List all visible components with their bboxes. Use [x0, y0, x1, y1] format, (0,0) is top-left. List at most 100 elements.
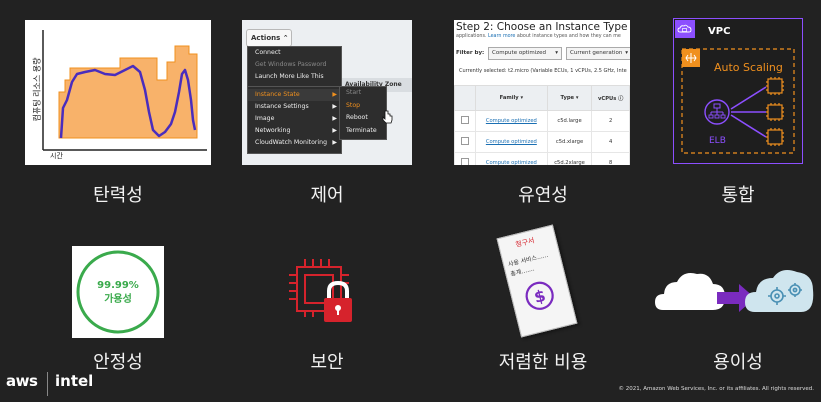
table-row[interactable]: Compute optimized c5d.2xlarge 8 [454, 152, 630, 165]
instance-type-table: Family ▾ Type ▾ vCPUs ⓘ Compute optimize… [454, 85, 630, 165]
menu-item[interactable]: Networking ▶ [248, 125, 341, 137]
subtext-prefix: applications. [456, 34, 487, 39]
menu-item-label: Get Windows Password [255, 61, 327, 69]
cursor-icon [382, 110, 393, 124]
type-header-label: Type [560, 95, 575, 101]
x-axis-label: 시간 [50, 152, 63, 160]
menu-item[interactable]: Connect [248, 47, 341, 59]
menu-item-label: Instance State [255, 90, 300, 98]
menu-separator [248, 85, 341, 87]
svg-text:$: $ [532, 286, 547, 307]
caption-elasticity: 탄력성 [93, 185, 143, 206]
actions-button[interactable]: Actions ⌃ [246, 29, 292, 47]
row-checkbox[interactable] [461, 158, 469, 165]
chip-lock-icon [289, 259, 352, 322]
copyright-notice: © 2021, Amazon Web Services, Inc. or its… [618, 386, 814, 392]
cell-family[interactable]: Compute optimized [475, 110, 548, 132]
row-checkbox-cell [454, 152, 476, 165]
cell-type: c5d.xlarge [546, 131, 593, 153]
chevron-down-icon: ▾ [625, 50, 628, 56]
chevron-right-icon: ▶ [332, 90, 337, 98]
menu-item[interactable]: Launch More Like This [248, 71, 341, 83]
cell-vcpus: 4 [591, 131, 630, 153]
menu-item[interactable]: Instance Settings ▶ [248, 101, 341, 113]
cell-family[interactable]: Compute optimized [475, 131, 548, 153]
submenu-item[interactable]: Start [340, 87, 386, 100]
elb-icon [704, 99, 730, 125]
vpc-diagram: VPC Auto Scaling ELB [675, 20, 795, 154]
row-checkbox[interactable] [461, 137, 469, 145]
cell-vcpus: 2 [591, 110, 630, 132]
elasticity-tile: 컴퓨팅 리소스 용량 시간 [25, 20, 211, 165]
menu-item-label: Image [255, 114, 275, 122]
filter-label: Filter by: [456, 50, 485, 56]
menu-item-label: Instance Settings [255, 102, 309, 110]
subtext-suffix: about instance types and how they can me [516, 34, 621, 39]
chevron-right-icon: ▶ [332, 114, 337, 122]
vpc-label: VPC [708, 26, 730, 37]
family-filter-value: Compute optimized [492, 50, 547, 56]
select-column-header [454, 85, 476, 111]
menu-item-label: Connect [255, 49, 281, 56]
row-checkbox-cell [454, 110, 476, 132]
autoscaling-label: Auto Scaling [714, 61, 783, 74]
menu-item-label: CloudWatch Monitoring [255, 139, 327, 147]
security-tile [285, 255, 365, 333]
menu-item[interactable]: Get Windows Password [248, 59, 341, 71]
submenu-item[interactable]: Stop [340, 100, 386, 113]
caption-flexibility: 유연성 [518, 185, 568, 206]
family-filter-select[interactable]: Compute optimized ▾ [488, 47, 562, 60]
stability-tile: 99.99% 가용성 [72, 246, 164, 338]
caption-cost: 저렴한 비용 [498, 352, 588, 373]
chevron-right-icon: ▶ [332, 139, 337, 147]
vcpus-header-label: vCPUs [598, 95, 617, 102]
learn-more-link[interactable]: Learn more [488, 34, 515, 39]
generation-filter-value: Current generation [570, 50, 623, 56]
availability-label: 가용성 [104, 292, 132, 305]
menu-item[interactable]: Instance State ▶ [248, 88, 341, 101]
caption-ease: 용이성 [713, 352, 763, 373]
invoice-document: 청구서 사용 서비스...... 총계....... $ [496, 224, 578, 338]
availability-badge: 99.99% 가용성 [76, 250, 160, 334]
caption-stability: 안정성 [93, 352, 143, 373]
y-axis-label: 컴퓨팅 리소스 용량 [32, 57, 42, 122]
actions-menu: Connect Get Windows Password Launch More L… [247, 46, 342, 154]
chevron-right-icon: ▶ [332, 102, 337, 110]
menu-item[interactable]: CloudWatch Monitoring ▶ [248, 137, 341, 149]
column-header-family[interactable]: Family ▾ [475, 85, 548, 111]
menu-item[interactable]: Image ▶ [248, 113, 341, 125]
flexibility-tile: Step 2: Choose an Instance Type applicat… [454, 20, 630, 165]
generation-filter-select[interactable]: Current generation ▾ [566, 47, 630, 60]
table-row[interactable]: Compute optimized c5d.large 2 [454, 110, 630, 132]
availability-percent: 99.99% [97, 280, 139, 291]
currently-selected: Currently selected: t2.micro (Variable E… [459, 68, 627, 74]
menu-item-label: Launch More Like This [255, 73, 324, 81]
menu-item-label: Networking [255, 127, 291, 135]
cloud-icon [655, 273, 725, 310]
step-subtext: applications. Learn more about instance … [456, 34, 621, 39]
step-heading: Step 2: Choose an Instance Type [456, 21, 628, 33]
elb-arrows [730, 86, 767, 138]
cost-tile: 청구서 사용 서비스...... 총계....... $ [478, 224, 598, 342]
caption-integration: 통합 [721, 185, 755, 206]
column-header-type[interactable]: Type ▾ [546, 85, 593, 111]
actions-label: Actions [251, 34, 281, 42]
capacity-area [58, 45, 198, 139]
table-row[interactable]: Compute optimized c5d.xlarge 4 [454, 131, 630, 153]
cell-type: c5d.large [546, 110, 593, 132]
column-header-vcpus[interactable]: vCPUs ⓘ [591, 85, 630, 111]
control-tile: Actions ⌃ Availability Zone Connect Get W… [242, 20, 412, 165]
instance-state-submenu: Start Stop Reboot Terminate [339, 86, 387, 140]
submenu-item[interactable]: Reboot [340, 112, 386, 125]
chevron-right-icon: ▶ [332, 127, 337, 135]
invoice-dollar-icon: $ [525, 281, 554, 310]
cell-family[interactable]: Compute optimized [475, 152, 548, 165]
row-checkbox[interactable] [461, 116, 469, 124]
submenu-item[interactable]: Terminate [340, 125, 386, 138]
ease-tile [655, 262, 815, 322]
chevron-down-icon: ▾ [555, 50, 558, 56]
logo-divider [47, 372, 48, 396]
invoice-title: 청구서 [514, 236, 536, 249]
cell-vcpus: 8 [591, 152, 630, 165]
info-icon[interactable]: ⓘ [618, 96, 623, 102]
